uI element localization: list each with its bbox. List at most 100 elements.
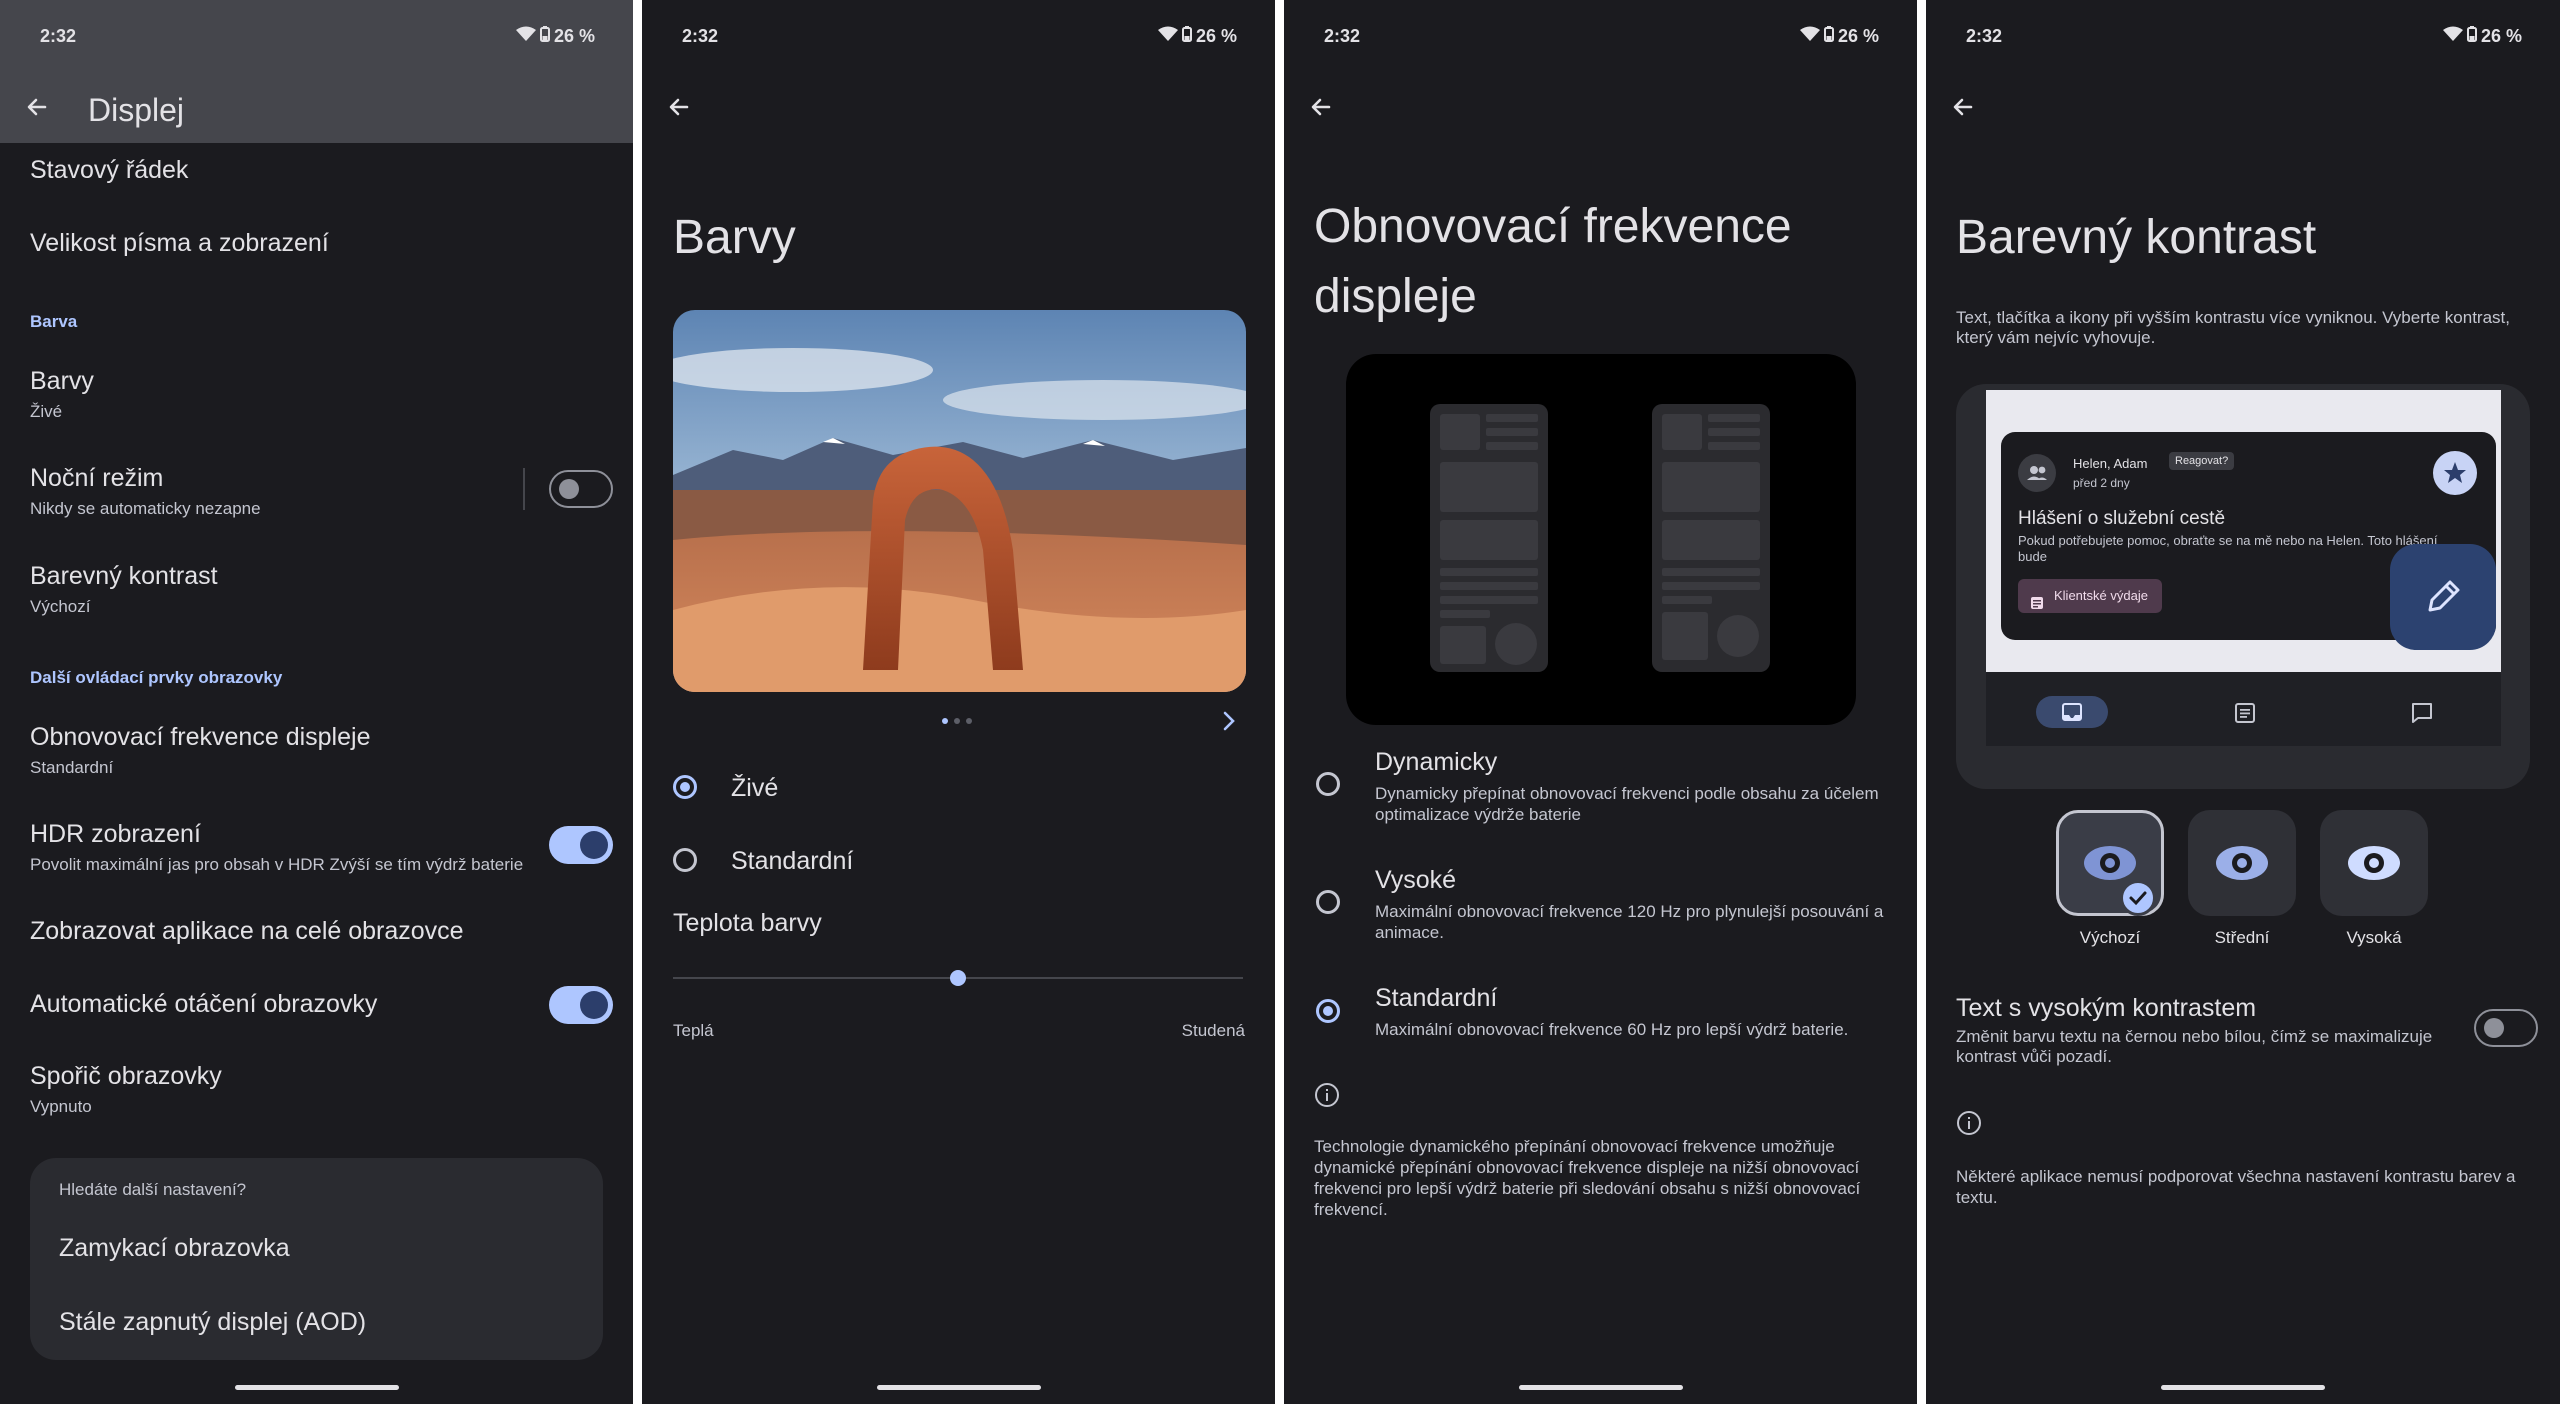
setting-title: Spořič obrazovky bbox=[30, 1062, 222, 1090]
refresh-option-high[interactable]: Vysoké Maximální obnovovací frekvence 12… bbox=[1316, 866, 1886, 943]
card-item-aod[interactable]: Stále zapnutý displej (AOD) bbox=[59, 1308, 366, 1337]
temperature-cool-label: Studená bbox=[1181, 1021, 1245, 1040]
divider bbox=[523, 468, 525, 510]
more-settings-card: Hledáte další nastavení? Zamykací obrazo… bbox=[30, 1158, 603, 1360]
status-icons: 26 % bbox=[1799, 26, 1879, 47]
setting-colors[interactable]: Barvy Živé bbox=[30, 367, 94, 422]
preview-chip: Reagovat? bbox=[2169, 452, 2235, 470]
gesture-bar bbox=[876, 1385, 1041, 1390]
battery-icon bbox=[539, 26, 550, 47]
setting-summary: Standardní bbox=[30, 758, 114, 777]
back-arrow-icon[interactable] bbox=[1948, 92, 1978, 122]
setting-title: Barevný kontrast bbox=[30, 562, 218, 590]
preview-time: před 2 dny bbox=[2073, 476, 2130, 490]
high-contrast-text-toggle[interactable] bbox=[2474, 1009, 2538, 1047]
preview-body: Pokud potřebujete pomoc, obraťte se na m… bbox=[2018, 533, 2438, 564]
night-mode-toggle[interactable] bbox=[549, 470, 613, 508]
radio-option-standard[interactable]: Standardní bbox=[673, 845, 1073, 885]
toggle-knob bbox=[559, 479, 579, 499]
setting-summary: Změnit barvu textu na černou nebo bílou,… bbox=[1956, 1027, 2433, 1066]
intro-text: Text, tlačítka a ikony při vyšším kontra… bbox=[1956, 308, 2510, 347]
check-icon bbox=[2120, 880, 2156, 916]
setting-title: HDR zobrazení bbox=[30, 820, 201, 848]
setting-summary: Výchozí bbox=[30, 597, 91, 616]
temperature-slider[interactable] bbox=[673, 968, 1243, 988]
battery-icon bbox=[2466, 26, 2477, 47]
battery-percent: 26 % bbox=[1195, 26, 1237, 46]
radio-option-vivid[interactable]: Živé bbox=[673, 772, 1073, 812]
refresh-option-standard[interactable]: Standardní Maximální obnovovací frekvenc… bbox=[1316, 984, 1886, 1040]
temperature-title: Teplota barvy bbox=[673, 909, 822, 937]
setting-title: Obnovovací frekvence displeje bbox=[30, 723, 371, 751]
contrast-label: Střední bbox=[2214, 928, 2270, 947]
card-item-lock-screen[interactable]: Zamykací obrazovka bbox=[59, 1234, 290, 1263]
wifi-icon bbox=[515, 26, 536, 47]
preview-attachment-chip: Klientské výdaje bbox=[2018, 579, 2162, 613]
contrast-option-default[interactable]: Výchozí bbox=[2056, 810, 2164, 947]
refresh-option-dynamic[interactable]: Dynamicky Dynamicky přepínat obnovovací … bbox=[1316, 748, 1886, 825]
display-settings-screen: 2:32 26 % Displej Stavový řádek Velikost… bbox=[0, 0, 633, 1404]
setting-title: Velikost písma a zobrazení bbox=[30, 229, 329, 257]
status-time: 2:32 bbox=[40, 26, 77, 46]
back-arrow-icon[interactable] bbox=[664, 92, 694, 122]
preview-subject: Hlášení o služební cestě bbox=[2018, 508, 2226, 529]
status-icons: 26 % bbox=[2442, 26, 2522, 47]
people-avatar-icon bbox=[2018, 454, 2056, 492]
status-time: 2:32 bbox=[1966, 26, 2003, 46]
setting-auto-rotate[interactable]: Automatické otáčení obrazovky bbox=[30, 990, 377, 1019]
gesture-bar bbox=[2161, 1385, 2325, 1390]
radio-label: Standardní bbox=[731, 847, 854, 875]
option-description: Maximální obnovovací frekvence 60 Hz pro… bbox=[1375, 1020, 1849, 1039]
refresh-rate-screen: 2:32 26 % Obnovovací frekvence displeje bbox=[1284, 0, 1917, 1404]
setting-font-size[interactable]: Velikost písma a zobrazení bbox=[30, 229, 329, 258]
setting-fullscreen-apps[interactable]: Zobrazovat aplikace na celé obrazovce bbox=[30, 917, 464, 946]
slider-thumb[interactable] bbox=[950, 970, 966, 986]
setting-status-bar[interactable]: Stavový řádek bbox=[30, 156, 188, 185]
radio-button[interactable] bbox=[1316, 772, 1340, 796]
toggle-knob bbox=[580, 991, 608, 1019]
card-heading: Hledáte další nastavení? bbox=[59, 1180, 247, 1199]
inbox-icon bbox=[2036, 696, 2108, 728]
radio-button[interactable] bbox=[1316, 999, 1340, 1023]
wifi-icon bbox=[1157, 26, 1178, 47]
setting-summary: Živé bbox=[30, 402, 63, 421]
contrast-option-medium[interactable]: Střední bbox=[2188, 810, 2296, 947]
contrast-label: Vysoká bbox=[2346, 928, 2402, 947]
gesture-bar bbox=[1518, 1385, 1683, 1390]
radio-button[interactable] bbox=[673, 775, 697, 799]
setting-title: Barvy bbox=[30, 367, 94, 395]
setting-screensaver[interactable]: Spořič obrazovky Vypnuto bbox=[30, 1062, 222, 1117]
contrast-high-button[interactable] bbox=[2320, 810, 2428, 916]
battery-icon bbox=[1181, 26, 1192, 47]
preview-nav-bar bbox=[1986, 672, 2501, 746]
setting-color-contrast[interactable]: Barevný kontrast Výchozí bbox=[30, 562, 218, 617]
status-time: 2:32 bbox=[1324, 26, 1361, 46]
wifi-icon bbox=[1799, 26, 1820, 47]
setting-title: Automatické otáčení obrazovky bbox=[30, 990, 378, 1018]
setting-high-contrast-text[interactable]: Text s vysokým kontrastem Změnit barvu t… bbox=[1956, 994, 2456, 1067]
temperature-warm-label: Teplá bbox=[673, 1021, 714, 1040]
setting-summary: Nikdy se automaticky nezapne bbox=[30, 499, 261, 518]
contrast-medium-button[interactable] bbox=[2188, 810, 2296, 916]
setting-summary: Povolit maximální jas pro obsah v HDR Zv… bbox=[30, 855, 524, 874]
setting-night-mode[interactable]: Noční režim Nikdy se automaticky nezapne bbox=[30, 464, 261, 519]
contrast-option-high[interactable]: Vysoká bbox=[2320, 810, 2428, 947]
info-icon bbox=[1314, 1082, 1340, 1113]
auto-rotate-toggle[interactable] bbox=[549, 986, 613, 1024]
info-icon bbox=[1956, 1110, 1982, 1141]
back-arrow-icon[interactable] bbox=[22, 92, 52, 122]
radio-button[interactable] bbox=[1316, 890, 1340, 914]
eye-icon bbox=[2216, 846, 2268, 880]
info-text: Některé aplikace nemusí podporovat všech… bbox=[1956, 1167, 2516, 1207]
hdr-toggle[interactable] bbox=[549, 826, 613, 864]
setting-refresh-rate[interactable]: Obnovovací frekvence displeje Standardní bbox=[30, 723, 370, 778]
article-icon bbox=[2234, 702, 2256, 729]
back-arrow-icon[interactable] bbox=[1306, 92, 1336, 122]
eye-icon bbox=[2084, 846, 2136, 880]
chat-icon bbox=[2410, 702, 2434, 729]
chevron-right-icon[interactable] bbox=[1220, 710, 1238, 737]
radio-button[interactable] bbox=[673, 848, 697, 872]
page-title: Barvy bbox=[673, 211, 796, 264]
document-icon bbox=[2030, 589, 2044, 623]
setting-hdr[interactable]: HDR zobrazení Povolit maximální jas pro … bbox=[30, 820, 523, 875]
